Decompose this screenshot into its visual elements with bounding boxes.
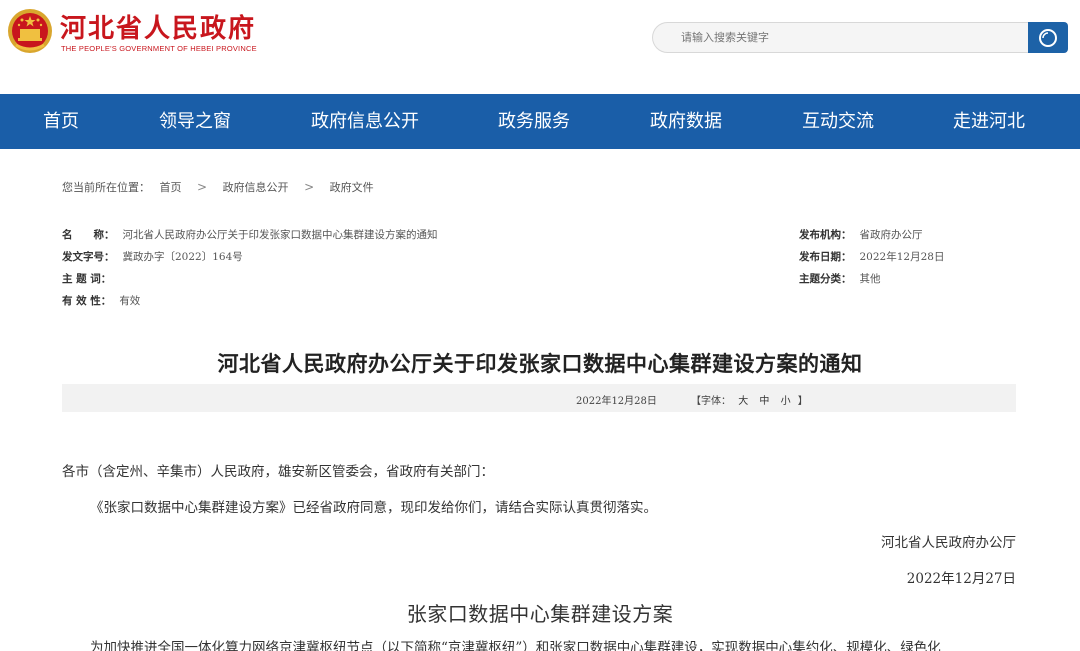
font-small-button[interactable]: 小	[781, 392, 791, 407]
nav-item-data[interactable]: 政府数据	[650, 94, 722, 149]
nav-item-leaders[interactable]: 领导之窗	[159, 94, 231, 149]
breadcrumb-separator: >	[304, 180, 315, 194]
nav-item-services[interactable]: 政务服务	[498, 94, 570, 149]
meta-date-value: 2022年12月28日	[859, 251, 945, 263]
breadcrumb-gov-docs[interactable]: 政府文件	[330, 179, 374, 195]
nav-item-interaction[interactable]: 互动交流	[802, 94, 874, 149]
plan-title: 张家口数据中心集群建设方案	[406, 602, 674, 626]
meta-org-value: 省政府办公厅	[859, 229, 923, 241]
meta-org: 发布机构： 省政府办公厅	[799, 227, 923, 242]
meta-date-label: 发布日期：	[799, 251, 852, 263]
site-title[interactable]: 河北省人民政府	[60, 8, 256, 45]
meta-keywords: 主 题 词：	[62, 271, 119, 286]
nav-item-home[interactable]: 首页	[43, 94, 79, 149]
font-label-open: 【字体：	[691, 396, 731, 407]
document-sign-date: 2022年12月27日	[906, 571, 1016, 587]
search-input[interactable]	[652, 22, 1030, 53]
meta-category-value: 其他	[859, 273, 881, 285]
meta-name: 名 称： 河北省人民政府办公厅关于印发张家口数据中心集群建设方案的通知	[62, 227, 438, 242]
search-button[interactable]	[1028, 22, 1068, 53]
meta-org-label: 发布机构：	[799, 229, 852, 241]
meta-doc-no-value: 冀政办字〔2022〕164号	[122, 251, 243, 263]
document-date: 2022年12月28日	[576, 396, 657, 407]
nav-item-gov-info[interactable]: 政府信息公开	[311, 94, 419, 149]
site-header: 河北省人民政府 THE PEOPLE'S GOVERNMENT OF HEBEI…	[0, 0, 1080, 94]
font-medium-button[interactable]: 中	[759, 392, 769, 407]
search-box	[652, 22, 1068, 53]
meta-doc-no: 发文字号： 冀政办字〔2022〕164号	[62, 249, 243, 264]
site-subtitle: THE PEOPLE'S GOVERNMENT OF HEBEI PROVINC…	[61, 44, 257, 53]
meta-category: 主题分类： 其他	[799, 271, 881, 286]
meta-validity-label: 有 效 性：	[62, 295, 112, 307]
document-signature: 河北省人民政府办公厅	[881, 535, 1016, 551]
nav-item-hebei[interactable]: 走进河北	[953, 94, 1025, 149]
document-salutation: 各市（含定州、辛集市）人民政府，雄安新区管委会，省政府有关部门：	[62, 464, 494, 480]
meta-validity: 有 效 性： 有效	[62, 293, 140, 308]
font-label-close: 】	[797, 396, 808, 407]
breadcrumb-home[interactable]: 首页	[160, 179, 182, 195]
meta-doc-no-label: 发文字号：	[62, 251, 115, 263]
main-nav: 首页 领导之窗 政府信息公开 政务服务 政府数据 互动交流 走进河北	[0, 94, 1080, 149]
meta-date: 发布日期： 2022年12月28日	[799, 249, 944, 264]
document-info-bar: 2022年12月28日 【字体： 大 中 小 】	[62, 384, 1016, 412]
meta-category-label: 主题分类：	[799, 273, 852, 285]
meta-keywords-label: 主 题 词：	[62, 273, 112, 285]
meta-name-label: 名 称：	[62, 229, 115, 241]
national-emblem-icon[interactable]	[6, 7, 54, 55]
search-icon	[1039, 28, 1057, 47]
meta-validity-value: 有效	[119, 295, 141, 307]
breadcrumb: 您当前所在位置： 首页 > 政府信息公开 > 政府文件	[62, 179, 374, 195]
breadcrumb-gov-info[interactable]: 政府信息公开	[223, 179, 289, 195]
document-body-paragraph: 《张家口数据中心集群建设方案》已经省政府同意，现印发给你们，请结合实际认真贯彻落…	[90, 500, 657, 516]
font-large-button[interactable]: 大	[738, 392, 748, 407]
plan-intro-paragraph: 为加快推进全国一体化算力网络京津冀枢纽节点（以下简称“京津冀枢纽”）和张家口数据…	[90, 640, 941, 651]
document-title: 河北省人民政府办公厅关于印发张家口数据中心集群建设方案的通知	[217, 351, 863, 376]
breadcrumb-separator: >	[197, 180, 208, 194]
font-size-control: 【字体： 大 中 小 】	[691, 392, 808, 407]
meta-name-value: 河北省人民政府办公厅关于印发张家口数据中心集群建设方案的通知	[122, 229, 438, 241]
breadcrumb-prefix: 您当前所在位置：	[62, 181, 150, 194]
